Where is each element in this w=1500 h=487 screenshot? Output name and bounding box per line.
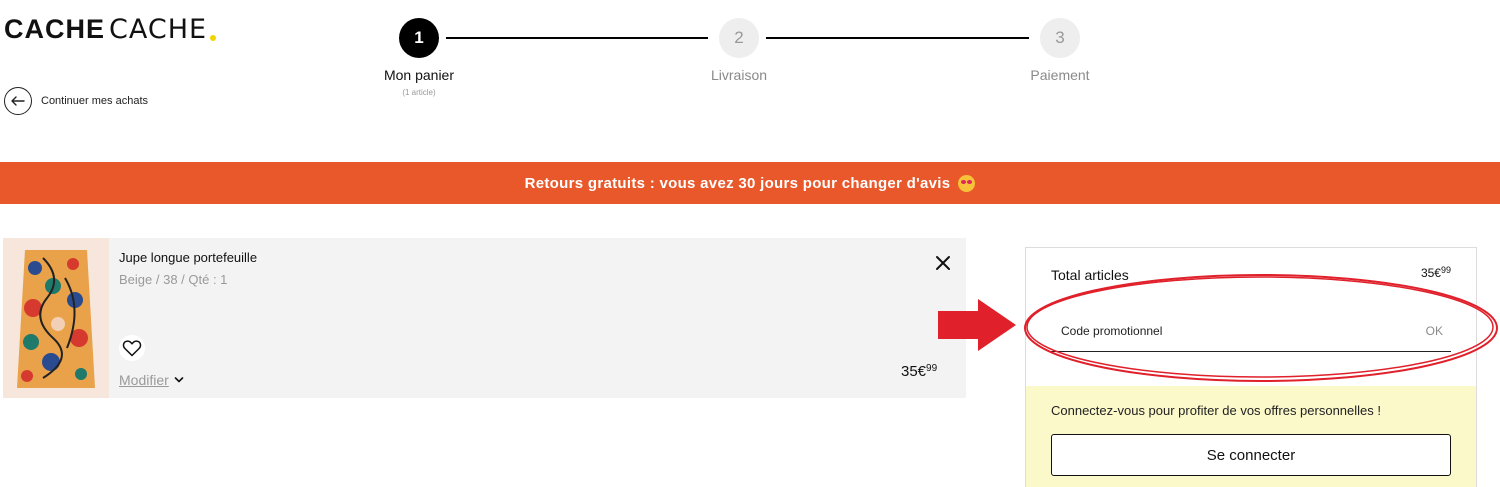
heart-icon[interactable] (119, 335, 145, 361)
step-3-label: Paiement (1030, 67, 1090, 83)
promo-ok-button[interactable]: OK (1426, 324, 1443, 338)
step-connector (446, 37, 708, 39)
order-summary: Total articles 35€99 OK Connectez-vous p… (1025, 247, 1477, 487)
close-icon[interactable] (932, 252, 954, 274)
product-attributes: Beige / 38 / Qté : 1 (119, 272, 228, 287)
star-struck-emoji-icon (958, 174, 976, 192)
step-1-count: (1 article) (402, 88, 436, 97)
step-2-circle: 2 (719, 18, 759, 58)
login-promo-box: Connectez-vous pour profiter de vos offr… (1026, 386, 1476, 487)
step-1-circle[interactable]: 1 (399, 18, 439, 58)
promo-code-field: OK (1051, 314, 1451, 352)
modify-label: Modifier (119, 372, 169, 388)
item-price: 35€99 (901, 363, 937, 380)
step-3-circle: 3 (1040, 18, 1080, 58)
continue-shopping-link[interactable]: Continuer mes achats (4, 87, 148, 115)
cart-item: Jupe longue portefeuille Beige / 38 / Qt… (3, 238, 966, 398)
brand-logo[interactable]: CACHE CACHE (4, 13, 217, 45)
step-1-label: Mon panier (383, 67, 455, 83)
product-image[interactable] (3, 238, 109, 398)
logo-dot (210, 35, 217, 41)
item-price-main: 35€ (901, 363, 927, 380)
banner-text: Retours gratuits : vous avez 30 jours po… (524, 174, 951, 192)
product-name[interactable]: Jupe longue portefeuille (119, 250, 257, 265)
step-2-label: Livraison (710, 67, 768, 83)
total-main: 35€ (1420, 266, 1441, 280)
arrow-left-icon (4, 87, 32, 115)
logo-text-outline: CACHE (109, 13, 208, 45)
total-articles-label: Total articles (1051, 267, 1129, 283)
step-connector (766, 37, 1029, 39)
modify-item-link[interactable]: Modifier (119, 372, 184, 388)
item-price-cents: 99 (926, 363, 938, 374)
total-articles-value: 35€99 (1421, 265, 1451, 280)
total-cents: 99 (1440, 265, 1451, 275)
login-prompt-text: Connectez-vous pour profiter de vos offr… (1051, 403, 1381, 418)
logo-text-bold: CACHE (4, 13, 106, 44)
chevron-down-icon (174, 377, 184, 383)
login-button[interactable]: Se connecter (1051, 434, 1451, 476)
promo-code-input[interactable] (1061, 324, 1391, 338)
continue-shopping-label: Continuer mes achats (41, 95, 148, 107)
free-returns-banner: Retours gratuits : vous avez 30 jours po… (0, 162, 1500, 204)
annotation-arrow-icon (938, 299, 1016, 351)
